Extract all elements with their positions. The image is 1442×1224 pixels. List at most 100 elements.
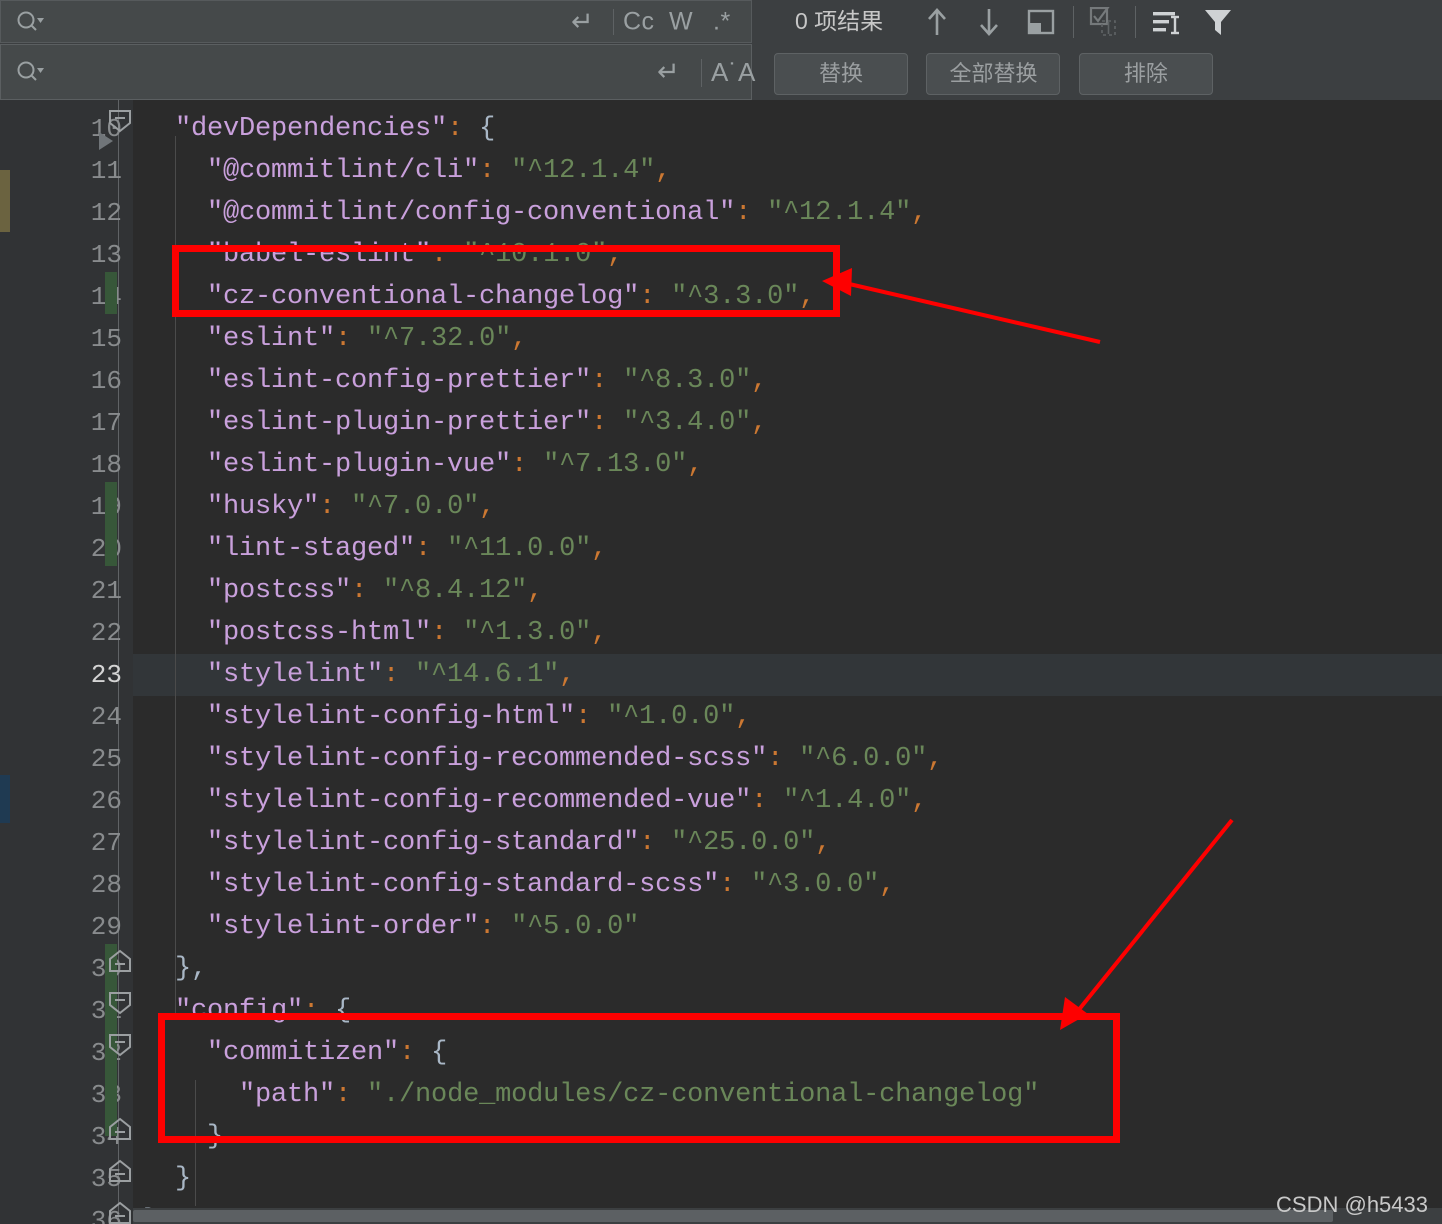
fold-collapse-icon[interactable] <box>107 1200 133 1224</box>
line-number[interactable]: 16 <box>10 360 122 402</box>
replace-magnifier-icon[interactable] <box>15 59 45 85</box>
filter-list-icon[interactable] <box>1145 0 1189 43</box>
code-token: , <box>927 744 944 774</box>
run-gutter-icon[interactable] <box>99 132 113 150</box>
open-in-find-window-icon[interactable] <box>1019 0 1063 43</box>
match-case-option[interactable]: Cc <box>623 9 655 34</box>
code-token: : <box>511 450 528 480</box>
code-token: "stylelint-config-recommended-vue" <box>207 786 752 816</box>
search-icon[interactable] <box>15 9 45 35</box>
code-token: , <box>911 786 928 816</box>
code-line[interactable]: "stylelint": "^14.6.1", <box>207 654 575 696</box>
code-line[interactable]: "stylelint-config-recommended-vue": "^1.… <box>207 780 927 822</box>
words-option[interactable]: W <box>669 9 693 34</box>
replace-all-button[interactable]: 全部替换 <box>926 53 1061 95</box>
funnel-filter-icon[interactable] <box>1196 0 1240 43</box>
code-token: "stylelint" <box>207 660 384 690</box>
code-token: "^11.0.0" <box>431 534 592 564</box>
scrollbar-thumb[interactable] <box>133 1210 1333 1222</box>
code-token: "devDependencies" <box>175 114 448 144</box>
annotation-box-commitizen-path <box>158 1013 1120 1143</box>
code-token: , <box>815 828 832 858</box>
code-line[interactable]: "devDependencies": { <box>175 108 495 150</box>
line-number[interactable]: 29 <box>10 906 122 948</box>
code-token: , <box>527 576 544 606</box>
line-number[interactable]: 26 <box>10 780 122 822</box>
next-match-icon[interactable] <box>967 0 1011 43</box>
ide-find-replace-screen: ↵ Cc W .* ↵ A˙A 0 项结果 替换 全部替换 排除 10 "dev… <box>0 0 1442 1224</box>
line-number[interactable]: 23 <box>10 654 122 696</box>
code-token: "eslint" <box>207 324 336 354</box>
line-number[interactable]: 36 <box>10 1200 122 1224</box>
code-line[interactable]: "postcss": "^8.4.12", <box>207 570 543 612</box>
code-line[interactable]: "eslint": "^7.32.0", <box>207 318 527 360</box>
code-line[interactable]: "eslint-plugin-vue": "^7.13.0", <box>207 444 703 486</box>
search-field-row[interactable]: ↵ Cc W .* <box>0 0 752 43</box>
code-token: "^3.4.0" <box>607 408 752 438</box>
line-number[interactable]: 21 <box>10 570 122 612</box>
code-line[interactable]: "@commitlint/cli": "^12.1.4", <box>207 150 671 192</box>
code-line[interactable]: "husky": "^7.0.0", <box>207 486 495 528</box>
code-line[interactable]: "stylelint-order": "^5.0.0" <box>207 906 639 948</box>
fold-collapse-icon[interactable] <box>107 1158 133 1184</box>
vcs-change-stripe[interactable] <box>105 272 117 314</box>
line-number[interactable]: 24 <box>10 696 122 738</box>
divider <box>613 9 614 35</box>
code-line[interactable]: }, <box>175 948 207 990</box>
line-number[interactable]: 13 <box>10 234 122 276</box>
vcs-change-stripe[interactable] <box>105 482 117 566</box>
code-line[interactable]: "@commitlint/config-conventional": "^12.… <box>207 192 927 234</box>
code-token: : <box>319 492 336 522</box>
code-token: : <box>591 366 608 396</box>
fold-collapse-icon[interactable] <box>107 108 133 134</box>
code-token: : <box>767 744 784 774</box>
line-number[interactable]: 27 <box>10 822 122 864</box>
line-number[interactable]: 12 <box>10 192 122 234</box>
code-token: , <box>879 870 896 900</box>
error-marker-column[interactable] <box>0 100 10 1224</box>
annotation-box-dependency <box>172 245 840 317</box>
fold-collapse-icon[interactable] <box>107 948 133 974</box>
code-token: : <box>383 660 400 690</box>
fold-collapse-icon[interactable] <box>107 1116 133 1142</box>
code-line[interactable]: "stylelint-config-recommended-scss": "^6… <box>207 738 943 780</box>
code-token: "postcss" <box>207 576 352 606</box>
reset-replace-icon[interactable]: ↵ <box>657 58 680 86</box>
code-line[interactable]: "eslint-config-prettier": "^8.3.0", <box>207 360 767 402</box>
search-input[interactable] <box>53 1 571 42</box>
code-line[interactable]: "stylelint-config-standard-scss": "^3.0.… <box>207 864 895 906</box>
select-all-occurrences-icon[interactable] <box>1083 0 1127 43</box>
code-line[interactable]: } <box>175 1158 191 1200</box>
marker-stripe[interactable] <box>0 775 10 823</box>
code-token: "stylelint-config-html" <box>207 702 576 732</box>
code-token: "^8.4.12" <box>367 576 528 606</box>
marker-stripe[interactable] <box>0 170 10 232</box>
code-line[interactable]: "eslint-plugin-prettier": "^3.4.0", <box>207 402 767 444</box>
code-line[interactable]: "stylelint-config-standard": "^25.0.0", <box>207 822 831 864</box>
replace-field-row[interactable]: ↵ A˙A <box>0 44 755 100</box>
regex-option[interactable]: .* <box>713 9 731 34</box>
divider <box>701 59 702 87</box>
exclude-button[interactable]: 排除 <box>1078 53 1213 95</box>
code-line[interactable]: "stylelint-config-html": "^1.0.0", <box>207 696 751 738</box>
replace-input[interactable] <box>53 45 571 99</box>
fold-collapse-icon[interactable] <box>107 990 133 1016</box>
line-number[interactable]: 17 <box>10 402 122 444</box>
reset-search-icon[interactable]: ↵ <box>571 8 594 35</box>
code-token: "^3.0.0" <box>735 870 880 900</box>
line-number[interactable]: 28 <box>10 864 122 906</box>
prev-match-icon[interactable] <box>915 0 959 43</box>
code-line[interactable]: "lint-staged": "^11.0.0", <box>207 528 607 570</box>
preserve-case-option[interactable]: A˙A <box>711 59 756 85</box>
line-number[interactable]: 11 <box>10 150 122 192</box>
replace-button[interactable]: 替换 <box>774 53 908 95</box>
horizontal-scrollbar[interactable] <box>133 1208 1442 1224</box>
line-number[interactable]: 35 <box>10 1158 122 1200</box>
fold-collapse-icon[interactable] <box>107 1032 133 1058</box>
line-number[interactable]: 22 <box>10 612 122 654</box>
line-number[interactable]: 15 <box>10 318 122 360</box>
line-number[interactable]: 25 <box>10 738 122 780</box>
line-number[interactable]: 18 <box>10 444 122 486</box>
code-line[interactable]: "postcss-html": "^1.3.0", <box>207 612 607 654</box>
code-token: : <box>479 156 496 186</box>
